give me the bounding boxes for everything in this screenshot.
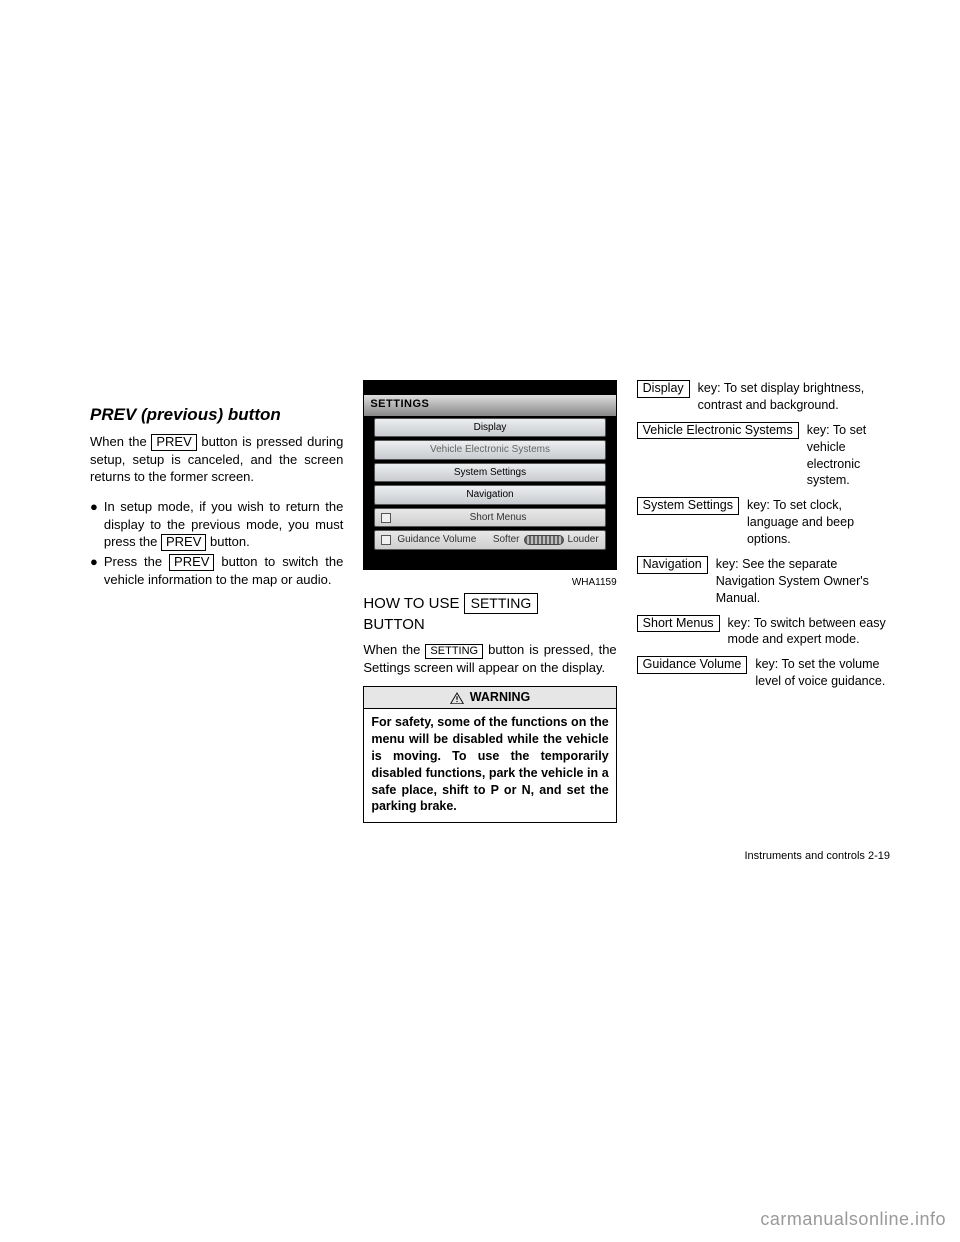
shot-ves-btn: Vehicle Electronic Systems [374,440,605,460]
l1a: When the [363,642,425,657]
bullet1: In setup mode, if you wish to return the… [104,498,343,551]
shot-display-btn: Display [374,418,605,438]
settings-screenshot: SETTINGS Display Vehicle Electronic Syst… [363,380,616,570]
page-number: Instruments and controls 2-19 [744,850,890,862]
display-key-label: Display [637,380,690,398]
screenshot-title: SETTINGS [364,395,615,416]
shot-short-label: Short Menus [397,511,598,525]
display-key-desc: key: To set display brightness, contrast… [698,380,890,414]
prev-btn-1: PREV [151,434,196,451]
warning-hdr: WARNING [470,689,530,706]
softer-label: Softer [493,533,520,547]
bullet2: Press the PREV button to switch the vehi… [104,553,343,588]
system-key-desc: key: To set clock, language and beep opt… [747,497,890,548]
shot-guidance-row: Guidance Volume Softer Louder [374,530,605,550]
setting-heading: HOW TO USE SETTING BUTTON [363,593,616,635]
setting-btn-small: SETTING [425,644,483,659]
short-key-label: Short Menus [637,615,720,633]
gv-key-desc: key: To set the volume level of voice gu… [755,656,890,690]
nav-key-desc: key: See the separate Navigation System … [716,556,890,607]
shot-system-btn: System Settings [374,463,605,483]
b1b: button. [206,534,249,549]
warning-icon [450,692,464,704]
prev-button-heading: PREV (previous) button [90,404,343,427]
ves-key-desc: key: To set vehicle electronic system. [807,422,890,490]
image-tag: WHA1159 [363,576,616,590]
warning-box: WARNING For safety, some of the function… [363,686,616,823]
bullet-icon: ● [90,553,98,588]
shot-nav-btn: Navigation [374,485,605,505]
warning-body: For safety, some of the functions on the… [364,709,615,822]
system-key-label: System Settings [637,497,739,515]
shot-short-row: Short Menus [374,508,605,528]
prev-btn-2: PREV [161,534,206,551]
sh-b: BUTTON [363,615,616,635]
setting-btn-label: SETTING [464,593,539,613]
watermark: carmanualsonline.info [760,1209,946,1230]
b2a: Press the [104,554,169,569]
gv-key-label: Guidance Volume [637,656,748,674]
prev-intro: When the PREV button is pressed during s… [90,433,343,486]
checkbox-icon [381,535,391,545]
sh-a: HOW TO USE [363,595,463,612]
checkbox-icon [381,513,391,523]
bullet-icon: ● [90,498,98,551]
setting-line1: When the SETTING button is pressed, the … [363,641,616,676]
gv-label: Guidance Volume [397,533,476,547]
slider-icon [524,535,564,545]
prev-btn-3: PREV [169,554,214,571]
ves-key-label: Vehicle Electronic Systems [637,422,799,440]
nav-key-label: Navigation [637,556,708,574]
prev-intro-a: When the [90,434,151,449]
louder-label: Louder [568,533,599,547]
short-key-desc: key: To switch between easy mode and exp… [728,615,890,649]
